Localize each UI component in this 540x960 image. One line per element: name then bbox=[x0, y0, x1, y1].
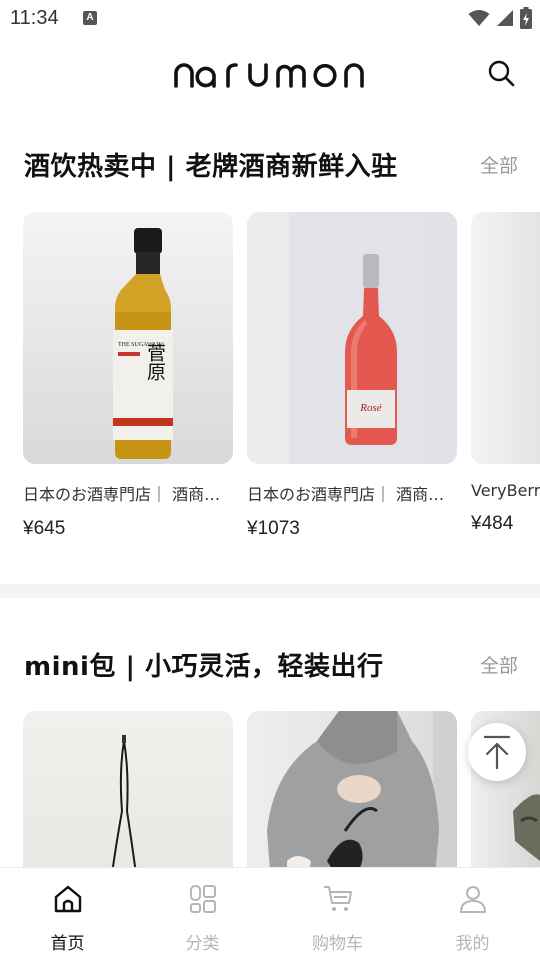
nav-label: 首页 bbox=[50, 934, 85, 954]
section-header: 酒饮热卖中 | 老牌酒商新鲜入驻 全部 bbox=[0, 112, 540, 216]
section-mini-bags: mini包 | 小巧灵活，轻装出行 全部 bbox=[0, 598, 540, 868]
product-image-rose-wine: Rosé bbox=[247, 212, 457, 464]
status-time: 11:34 bbox=[10, 7, 59, 29]
wifi-icon bbox=[468, 10, 490, 26]
wine-label-text: Rosé bbox=[359, 402, 383, 414]
product-title: VeryBerry bbox=[471, 481, 540, 500]
product-title: 日本のお酒専門店｜ 酒商… bbox=[247, 485, 445, 504]
product-price: ¥645 bbox=[23, 518, 66, 539]
product-card[interactable]: THE SUGAWARA 菅原 日本のお酒専門店｜ 酒商… ¥645 bbox=[23, 212, 233, 540]
category-icon bbox=[189, 885, 216, 913]
back-to-top-button[interactable] bbox=[468, 723, 526, 781]
product-price: ¥1073 bbox=[247, 518, 300, 539]
product-carousel[interactable] bbox=[23, 711, 540, 868]
product-title: 日本のお酒専門店｜ 酒商… bbox=[23, 485, 221, 504]
bottom-navigation: 首页 分类 购物车 我的 bbox=[0, 867, 540, 960]
app-header bbox=[0, 36, 540, 112]
nav-label: 分类 bbox=[185, 934, 220, 954]
section-drinks: 酒饮热卖中 | 老牌酒商新鲜入驻 全部 THE SUGAWARA 菅原 日本のお… bbox=[0, 112, 540, 582]
nav-item-cart[interactable]: 购物车 bbox=[270, 868, 405, 960]
see-all-link[interactable]: 全部 bbox=[480, 651, 518, 678]
whisky-label-kanji: 菅原 bbox=[144, 343, 166, 381]
product-carousel[interactable]: THE SUGAWARA 菅原 日本のお酒専門店｜ 酒商… ¥645 Rosé bbox=[23, 212, 540, 540]
nav-label: 购物车 bbox=[312, 934, 363, 954]
product-image-whisky: THE SUGAWARA 菅原 bbox=[23, 212, 233, 464]
notification-badge-icon: A bbox=[83, 11, 97, 25]
status-bar: 11:34 A bbox=[0, 0, 540, 36]
arrow-up-to-top-icon bbox=[483, 735, 511, 770]
product-image-grey bbox=[471, 212, 540, 464]
hoodie-model-image bbox=[267, 711, 457, 868]
product-image-hoodie-bag bbox=[247, 711, 457, 868]
bag-strap-image bbox=[111, 735, 137, 868]
cart-icon bbox=[323, 886, 352, 911]
nav-item-category[interactable]: 分类 bbox=[135, 868, 270, 960]
battery-charging-icon bbox=[520, 7, 532, 29]
narumon-logo[interactable] bbox=[170, 54, 370, 94]
product-card[interactable]: Rosé 日本のお酒専門店｜ 酒商… ¥1073 bbox=[247, 212, 457, 540]
profile-icon bbox=[459, 886, 486, 913]
product-card[interactable]: VeryBerry ¥484 bbox=[471, 212, 540, 540]
nav-item-profile[interactable]: 我的 bbox=[405, 868, 540, 960]
product-price: ¥484 bbox=[471, 513, 514, 534]
nav-item-home[interactable]: 首页 bbox=[0, 868, 135, 960]
see-all-link[interactable]: 全部 bbox=[480, 151, 518, 178]
product-card[interactable] bbox=[247, 711, 457, 868]
search-button[interactable] bbox=[484, 56, 518, 90]
section-header: mini包 | 小巧灵活，轻装出行 全部 bbox=[0, 598, 540, 702]
nav-label: 我的 bbox=[455, 934, 490, 954]
section-divider bbox=[0, 584, 540, 598]
rose-wine-bottle-image: Rosé bbox=[345, 254, 397, 445]
whisky-bottle-image: THE SUGAWARA 菅原 bbox=[113, 228, 173, 459]
home-icon bbox=[54, 885, 81, 913]
section-title: 酒饮热卖中 | 老牌酒商新鲜入驻 bbox=[24, 152, 398, 182]
product-image-mini-bag bbox=[23, 711, 233, 868]
search-icon bbox=[488, 60, 515, 87]
system-icons bbox=[468, 7, 532, 29]
cellular-signal-icon bbox=[497, 10, 513, 26]
product-card[interactable] bbox=[23, 711, 233, 868]
section-title: mini包 | 小巧灵活，轻装出行 bbox=[24, 652, 384, 682]
